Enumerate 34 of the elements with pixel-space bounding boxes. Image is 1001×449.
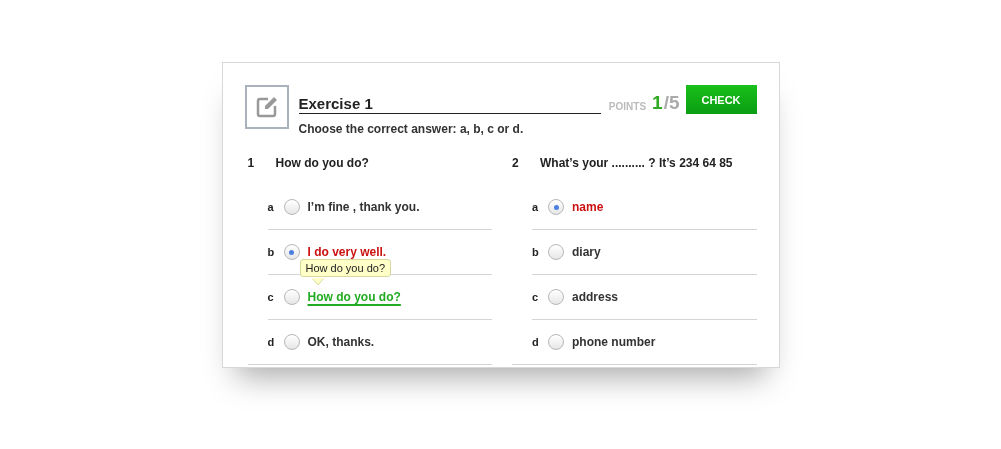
answer-option[interactable]: diary	[572, 245, 601, 259]
radio-button[interactable]	[283, 244, 300, 260]
answer-option[interactable]: phone number	[572, 335, 656, 349]
option-letter: a	[532, 201, 540, 213]
answer-option[interactable]: I’m fine , thank you.	[307, 200, 420, 214]
question-text: How do you do?	[275, 156, 369, 170]
question-number: 1	[247, 156, 256, 170]
option-letter: d	[267, 336, 276, 348]
radio-button[interactable]	[548, 289, 564, 305]
answer-option[interactable]: I do very well.	[307, 245, 387, 259]
radio-button[interactable]	[283, 199, 300, 215]
points-label: POINTS	[608, 101, 647, 112]
option-letter: b	[267, 246, 276, 258]
score-total: /5	[663, 92, 680, 114]
option-letter: c	[532, 291, 540, 303]
option-letter: d	[532, 336, 540, 348]
question-number: 2	[512, 156, 520, 170]
answer-option[interactable]: OK, thanks.	[307, 335, 375, 349]
edit-icon	[244, 85, 289, 129]
answer-option[interactable]: name	[572, 200, 604, 214]
answer-option[interactable]: address	[572, 290, 619, 304]
radio-button[interactable]	[548, 334, 564, 350]
radio-button[interactable]	[283, 289, 300, 305]
instruction: Choose the correct answer: a, b, c or d.	[298, 122, 525, 136]
exercise-title: Exercise 1	[298, 95, 601, 114]
option-letter: b	[532, 246, 540, 258]
tooltip-pointer-icon	[311, 278, 324, 286]
score: 1	[652, 92, 663, 114]
radio-button[interactable]	[548, 244, 564, 260]
option-letter: c	[267, 291, 275, 303]
option-letter: a	[267, 201, 275, 213]
radio-button[interactable]	[548, 199, 564, 215]
radio-button[interactable]	[283, 334, 300, 350]
question-text: What’s your .......... ? It’s 234 64 85	[540, 156, 733, 170]
